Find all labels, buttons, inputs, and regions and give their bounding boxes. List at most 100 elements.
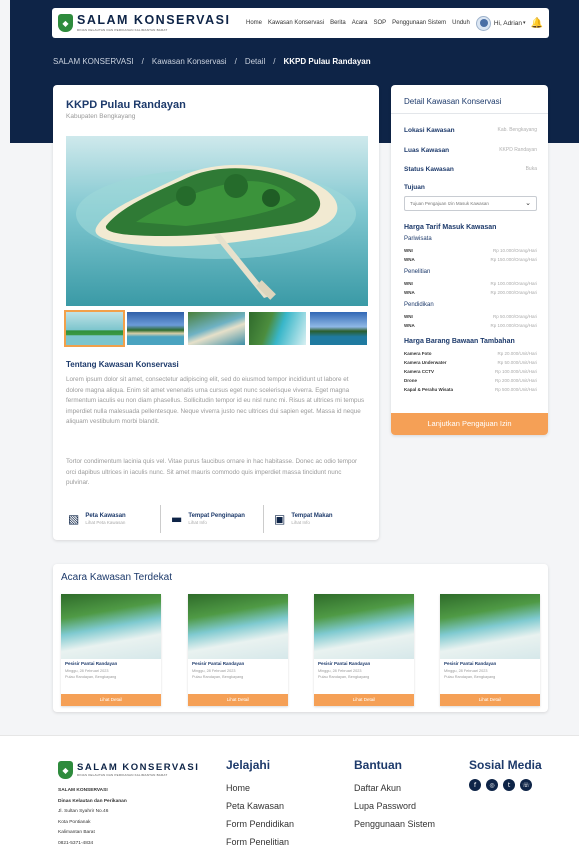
lihat-detail-button[interactable]: Lihat Detail [188, 694, 288, 706]
nav-kawasan[interactable]: Kawasan Konservasi [268, 20, 324, 26]
nav-acara[interactable]: Acara [352, 20, 368, 26]
status-row: Status Kawasan Buka [404, 166, 537, 173]
thumbnail[interactable] [188, 312, 245, 345]
bed-icon: ▬ [171, 512, 183, 526]
facebook-icon[interactable]: f [469, 779, 481, 791]
event-card[interactable]: Pesisir Pantai Randayan Minggu, 28 Febru… [314, 594, 414, 706]
page-title: KKPD Pulau Randayan [66, 99, 186, 111]
fish-logo-icon: ◆ [58, 761, 73, 779]
about-title: Tentang Kawasan Konservasi [66, 360, 179, 369]
footer-link-pendidikan[interactable]: Form Pendidikan [226, 815, 294, 833]
price-row: WNI Rp 50.000/Orang/Hari [404, 314, 537, 319]
map-icon: ▧ [68, 512, 80, 526]
about-paragraph-2: Tortor condimentum lacinia quis vel. Vit… [66, 458, 358, 486]
footer-link-lupa-password[interactable]: Lupa Password [354, 797, 435, 815]
tarif-title: Harga Tarif Masuk Kawasan [404, 224, 497, 231]
breadcrumb: SALAM KONSERVASI / Kawasan Konservasi / De… [53, 57, 371, 66]
nav-sop[interactable]: SOP [373, 20, 386, 26]
event-card[interactable]: Pesisir Pantai Randayan Minggu, 28 Febru… [61, 594, 161, 706]
nav-links: Home Kawasan Konservasi Berita Acara SOP… [246, 20, 470, 26]
barang-row: Drone Rp 200.000/Unit/Hari [404, 378, 537, 383]
top-navbar: ◆ SALAM KONSERVASI DINAS KELAUTAN DAN PE… [52, 8, 549, 38]
detail-sidebar-card: Detail Kawasan Konservasi Lokasi Kawasan… [391, 85, 548, 435]
event-photo [61, 594, 161, 659]
brand-title: SALAM KONSERVASI [77, 13, 231, 28]
footer-logo[interactable]: ◆ SALAM KONSERVASI DINAS KELAUTAN DAN PE… [58, 761, 199, 779]
about-paragraph: Lorem ipsum dolor sit amet, consectetur … [66, 376, 365, 425]
sidebar-title: Detail Kawasan Konservasi [404, 97, 502, 106]
price-row: WNA Rp 200.000/Orang/Hari [404, 290, 537, 295]
footer-link-daftar[interactable]: Daftar Akun [354, 779, 435, 797]
event-card[interactable]: Pesisir Pantai Randayan Minggu, 28 Febru… [188, 594, 288, 706]
penelitian-label: Penelitian [404, 269, 431, 275]
price-row: WNI Rp 100.000/Orang/Hari [404, 281, 537, 286]
user-menu[interactable]: Hi, Adrian ▾ [475, 15, 526, 31]
nav-home[interactable]: Home [246, 20, 262, 26]
lihat-detail-button[interactable]: Lihat Detail [61, 694, 161, 706]
thumbnail[interactable] [127, 312, 184, 345]
footer-link-penelitian[interactable]: Form Penelitian [226, 833, 294, 851]
crumb-kawasan[interactable]: Kawasan Konservasi [152, 57, 227, 66]
info-links: ▧ Peta Kawasan Lihat Peta Kawasan ▬ Tempa… [66, 505, 366, 533]
footer: ◆ SALAM KONSERVASI DINAS KELAUTAN DAN PE… [0, 735, 579, 860]
event-photo [440, 594, 540, 659]
user-greeting: Hi, Adrian [493, 19, 523, 27]
brand-logo[interactable]: ◆ SALAM KONSERVASI DINAS KELAUTAN DAN PE… [58, 14, 230, 32]
thumbnail[interactable] [310, 312, 367, 345]
event-card[interactable]: Pesisir Pantai Randayan Minggu, 28 Febru… [440, 594, 540, 706]
nav-berita[interactable]: Berita [330, 20, 346, 26]
thumbnail[interactable] [249, 312, 306, 345]
thumbnail[interactable] [64, 310, 125, 347]
divider [391, 113, 548, 114]
crumb-detail[interactable]: Detail [245, 57, 265, 66]
page-subtitle: Kabupaten Bengkayang [66, 113, 136, 120]
island-photo [66, 136, 368, 306]
pendidikan-label: Pendidikan [404, 302, 434, 308]
barang-row: Kamera CCTV Rp 100.000/Unit/Hari [404, 369, 537, 374]
barang-row: Kamera Foto Rp 20.000/Unit/Hari [404, 351, 537, 356]
avatar [475, 15, 491, 31]
footer-sosial: Sosial Media f ◎ t ☏ [469, 758, 542, 791]
event-photo [314, 594, 414, 659]
event-photo [188, 594, 288, 659]
tempat-makan-link[interactable]: ▣ Tempat Makan Lihat Info [263, 505, 366, 533]
events-section: Acara Kawasan Terdekat Pesisir Pantai Ra… [53, 564, 548, 712]
price-row: WNA Rp 150.000/Orang/Hari [404, 257, 537, 262]
kawasan-detail-card: KKPD Pulau Randayan Kabupaten Bengkayang… [53, 85, 379, 540]
fish-logo-icon: ◆ [58, 14, 73, 32]
peta-kawasan-link[interactable]: ▧ Peta Kawasan Lihat Peta Kawasan [66, 505, 160, 533]
lanjutkan-pengajuan-button[interactable]: Lanjutkan Pengajuan Izin [391, 413, 548, 435]
footer-link-penggunaan[interactable]: Penggunaan Sistem [354, 815, 435, 833]
instagram-icon[interactable]: ◎ [486, 779, 498, 791]
footer-link-peta[interactable]: Peta Kawasan [226, 797, 294, 815]
tujuan-label: Tujuan [404, 184, 425, 191]
luas-row: Luas Kawasan KKPD Randayan [404, 147, 537, 154]
photo-thumbnails [64, 310, 367, 347]
lokasi-row: Lokasi Kawasan Kab. Bengkayang [404, 127, 537, 134]
bell-icon[interactable]: 🔔 [531, 18, 543, 29]
footer-address: SALAM KONSERVASI Dinas Kelautan dan Peri… [58, 788, 127, 846]
whatsapp-icon[interactable]: ☏ [520, 779, 532, 791]
pariwisata-label: Pariwisata [404, 236, 432, 242]
barang-title: Harga Barang Bawaan Tambahan [404, 338, 515, 345]
twitter-icon[interactable]: t [503, 779, 515, 791]
footer-link-home[interactable]: Home [226, 779, 294, 797]
barang-row: Kamera Underwater Rp 50.000/Unit/Hari [404, 360, 537, 365]
lihat-detail-button[interactable]: Lihat Detail [314, 694, 414, 706]
penginapan-link[interactable]: ▬ Tempat Penginapan Lihat Info [160, 505, 263, 533]
events-title: Acara Kawasan Terdekat [61, 572, 172, 583]
brand-subtitle: DINAS KELAUTAN DAN PERIKANAN KALIMANTAN … [77, 27, 168, 32]
restaurant-icon: ▣ [274, 512, 286, 526]
chevron-down-icon: ▾ [523, 20, 526, 26]
tujuan-select[interactable]: Tujuan Pengajuan Izin Masuk Kawasan ⌄ [404, 196, 537, 211]
price-row: WNI Rp 10.000/Orang/Hari [404, 248, 537, 253]
chevron-down-icon: ⌄ [525, 200, 531, 207]
crumb-current: KKPD Pulau Randayan [283, 57, 371, 66]
lihat-detail-button[interactable]: Lihat Detail [440, 694, 540, 706]
footer-bantuan: Bantuan Daftar Akun Lupa Password Penggu… [354, 758, 435, 833]
nav-penggunaan[interactable]: Penggunaan Sistem [392, 20, 446, 26]
nav-unduh[interactable]: Unduh [452, 20, 470, 26]
price-row: WNA Rp 100.000/Orang/Hari [404, 323, 537, 328]
crumb-home[interactable]: SALAM KONSERVASI [53, 57, 134, 66]
barang-row: Kapal & Perahu Wisata Rp 500.000/Unit/Har… [404, 387, 537, 392]
